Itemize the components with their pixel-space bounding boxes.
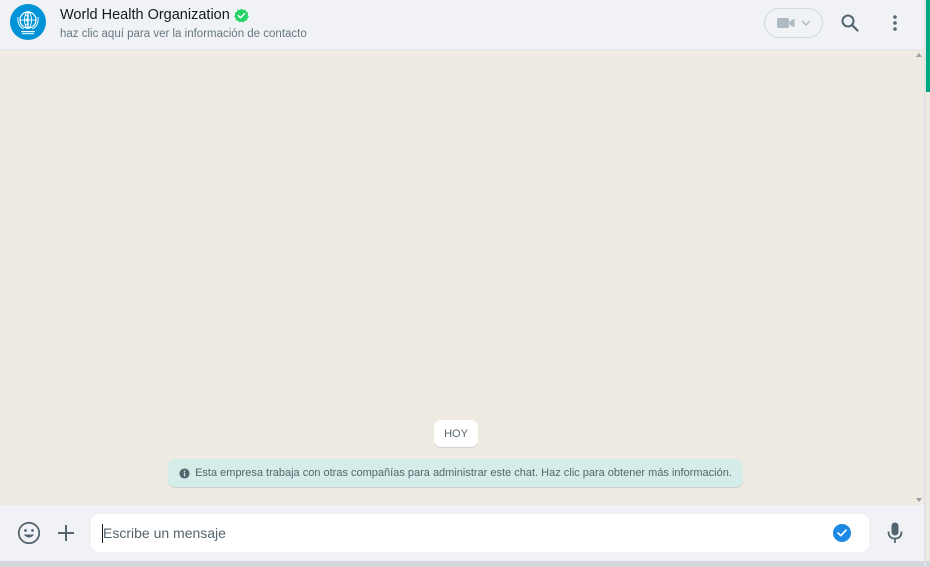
date-separator: HOY xyxy=(434,420,478,447)
scrollbar-thumb[interactable] xyxy=(926,0,930,92)
vertical-dots-icon xyxy=(893,15,897,31)
video-call-button[interactable] xyxy=(764,8,823,38)
search-icon xyxy=(841,14,859,32)
message-input[interactable] xyxy=(103,514,823,552)
video-camera-icon xyxy=(776,18,794,28)
check-button[interactable] xyxy=(833,524,851,542)
emoji-icon xyxy=(17,521,41,545)
scroll-up-arrow-icon[interactable] xyxy=(916,53,922,57)
business-info-notice[interactable]: Esta empresa trabaja con otras compañías… xyxy=(168,459,743,487)
verified-check-icon xyxy=(233,8,249,22)
whatsapp-chat-window: World Health Organization haz clic aquí … xyxy=(0,0,930,567)
business-info-text: Esta empresa trabaja con otras compañías… xyxy=(195,467,732,479)
window-bottom-edge xyxy=(0,561,930,567)
message-input-box[interactable] xyxy=(91,514,869,552)
attach-button[interactable] xyxy=(51,518,81,548)
chat-header: World Health Organization haz clic aquí … xyxy=(0,0,924,50)
chat-messages-area[interactable]: HOY Esta empresa trabaja con otras compa… xyxy=(0,50,924,505)
microphone-icon xyxy=(887,522,903,543)
contact-avatar[interactable] xyxy=(10,4,46,40)
info-icon xyxy=(179,467,190,479)
plus-icon xyxy=(58,525,74,541)
who-logo-icon xyxy=(17,11,39,35)
search-button[interactable] xyxy=(835,8,865,38)
chevron-down-icon xyxy=(801,20,810,26)
text-caret xyxy=(102,524,103,543)
contact-subtitle: haz clic aquí para ver la información de… xyxy=(60,28,307,40)
voice-message-button[interactable] xyxy=(880,518,910,548)
menu-button[interactable] xyxy=(880,8,910,38)
contact-info[interactable]: World Health Organization haz clic aquí … xyxy=(60,6,307,40)
message-composer xyxy=(0,505,924,561)
emoji-button[interactable] xyxy=(14,518,44,548)
check-icon xyxy=(837,529,847,537)
scroll-down-arrow-icon[interactable] xyxy=(916,498,922,502)
contact-name: World Health Organization xyxy=(60,7,230,23)
contact-name-row: World Health Organization xyxy=(60,6,307,24)
